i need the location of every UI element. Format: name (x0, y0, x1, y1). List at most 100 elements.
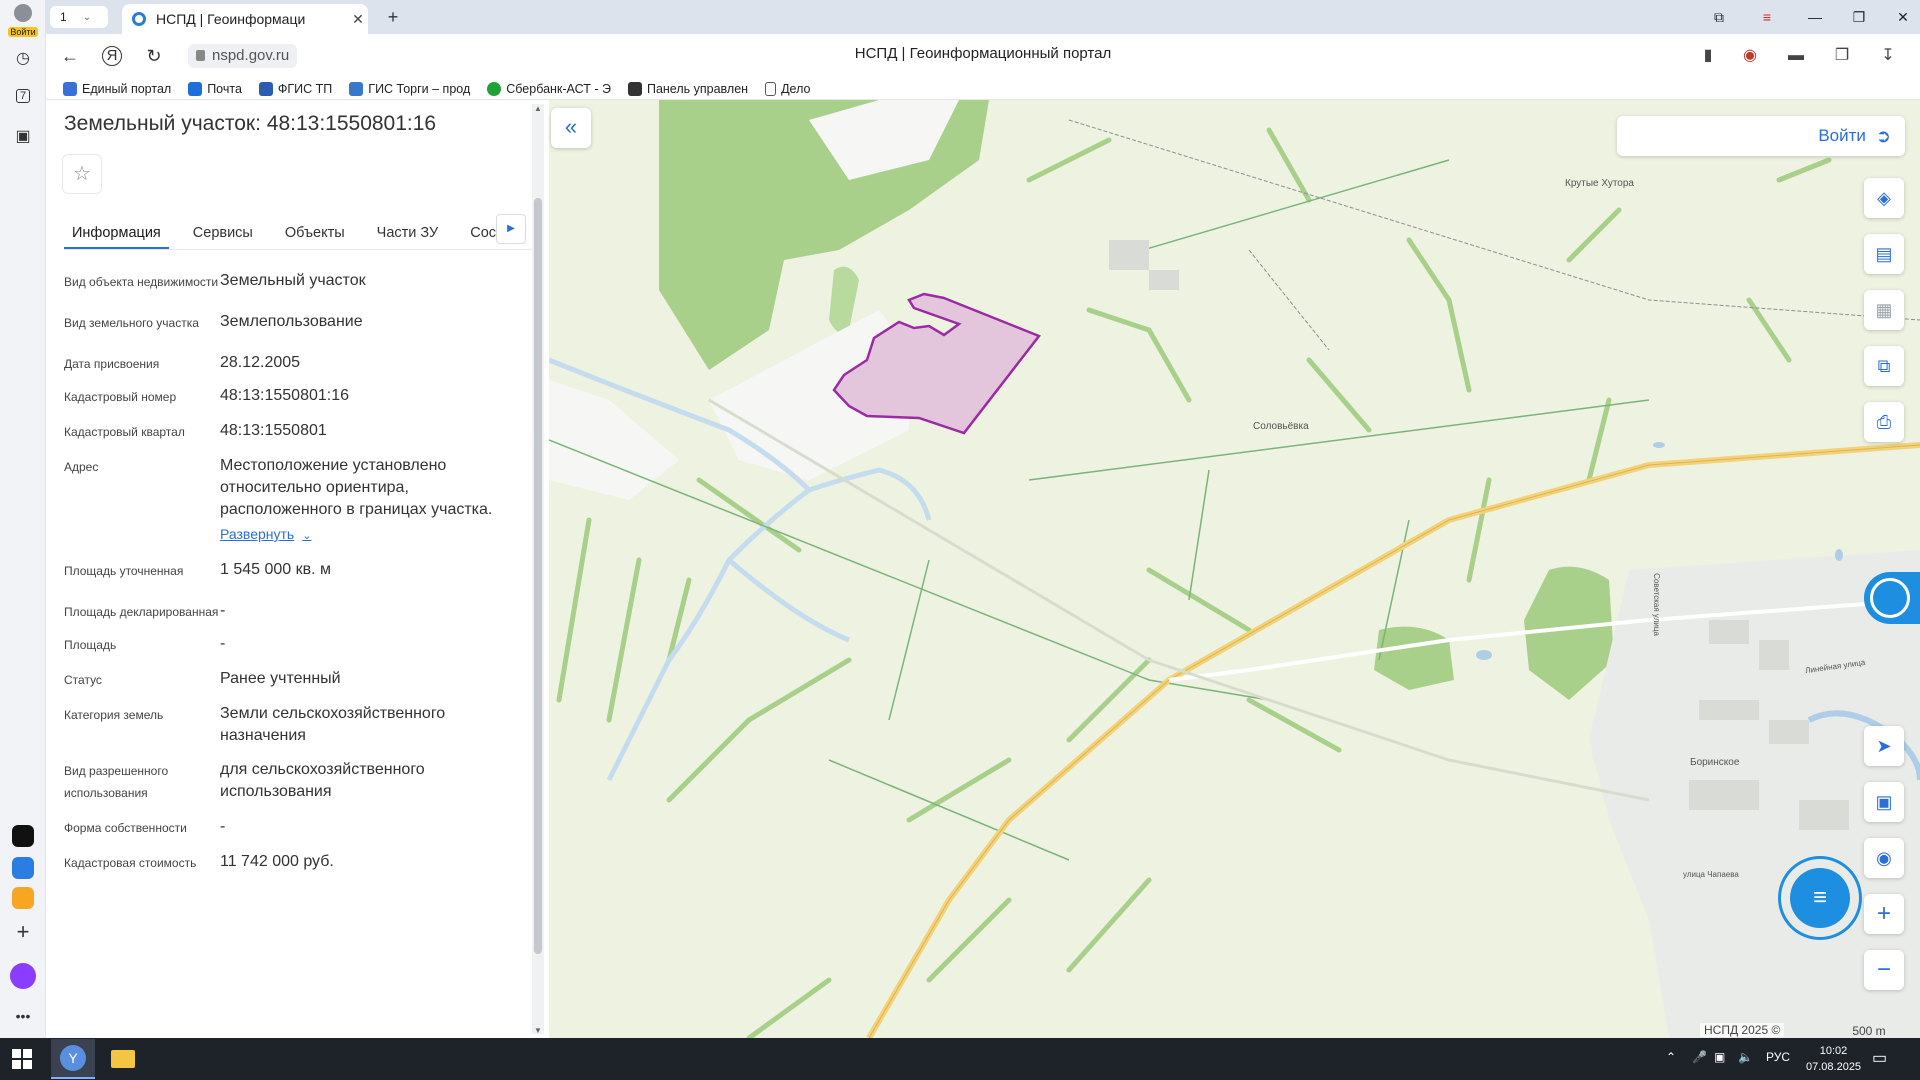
attribute-value: 1 545 000 кв. м (220, 561, 332, 578)
zoom-in-icon[interactable]: + (1864, 894, 1904, 934)
ruler-icon[interactable]: ▤ (1864, 234, 1904, 274)
bookmark-item[interactable]: Сбербанк-АСТ - Э (487, 81, 611, 96)
scroll-down-icon[interactable]: ▼ (534, 1026, 542, 1035)
select-area-icon[interactable]: ▦ (1864, 290, 1904, 330)
zoom-out-icon[interactable]: − (1864, 950, 1904, 990)
calendar-number: 7 (15, 89, 31, 103)
attribute-value: 48:13:1550801 (220, 422, 327, 439)
bookmark-item[interactable]: Единый портал (63, 81, 172, 96)
avatar-icon (14, 4, 32, 22)
scrollbar-thumb[interactable] (534, 198, 542, 954)
chat-icon[interactable]: ≡ (1790, 868, 1850, 928)
yandex-icon[interactable]: Я (102, 46, 122, 66)
layers-icon[interactable]: ◈ (1864, 178, 1904, 218)
basemap-icon[interactable]: ▣ (1864, 782, 1904, 822)
file-explorer-taskbar-icon[interactable] (101, 1039, 145, 1079)
alice-app-icon[interactable] (9, 822, 37, 850)
bookmark-icon[interactable]: ▮ (1696, 44, 1720, 68)
attribute-row: Кадастровый номер 48:13:1550801:16 (64, 385, 534, 408)
url-field[interactable]: nspd.gov.ru (188, 44, 298, 68)
bookmark-item[interactable]: ФГИС ТП (258, 81, 332, 96)
share-icon[interactable]: ⧉ (1864, 346, 1904, 386)
print-icon[interactable]: ⎙ (1864, 402, 1904, 442)
bookmark-item[interactable]: Почта (188, 81, 242, 96)
tab-count-button[interactable]: 1 ⌄ (50, 6, 108, 28)
assistant-tab-icon[interactable] (1864, 572, 1920, 624)
scroll-up-icon[interactable]: ▲ (534, 104, 542, 113)
bookmark-label: Почта (207, 81, 242, 96)
messenger-app-icon[interactable] (9, 854, 37, 882)
map-canvas[interactable] (549, 100, 1920, 1038)
map-login-button[interactable]: Войти ➲ (1617, 116, 1905, 156)
protect-icon[interactable]: ▬ (1784, 44, 1808, 68)
attribute-key: Вид объекта недвижимости (64, 275, 219, 289)
tray-chevron-icon[interactable]: ⌃ (1666, 1050, 1676, 1064)
chevron-down-icon: ⌄ (302, 530, 312, 542)
attribute-row: Дата присвоения 28.12.2005 (64, 352, 534, 375)
new-tab-button[interactable]: + (382, 6, 404, 28)
attribute-value: - (220, 635, 226, 652)
attribute-value: - (220, 602, 226, 619)
chevron-down-icon: ⌄ (82, 11, 92, 23)
windows-start-icon[interactable] (12, 1049, 32, 1069)
tab-objects[interactable]: Объекты (277, 218, 353, 249)
tab-services[interactable]: Сервисы (185, 218, 261, 249)
extensions-icon[interactable]: ❐ (1830, 44, 1854, 68)
notification-center-icon[interactable]: ▭ (1872, 1048, 1887, 1068)
collections-icon[interactable]: ⧉ (1708, 6, 1730, 28)
microphone-icon[interactable]: 🎤 (1692, 1050, 1707, 1064)
assistant-ring-icon (1870, 578, 1910, 618)
browser-login-button[interactable]: Войти (7, 4, 39, 37)
tabs-next-arrow-icon[interactable]: ▶ (496, 214, 526, 244)
history-icon[interactable]: ◷ (9, 44, 37, 72)
assistant-icon[interactable] (9, 962, 37, 990)
back-icon[interactable]: ← (58, 44, 82, 68)
bookmark-favicon-icon (349, 81, 364, 96)
reload-icon[interactable]: ↻ (142, 44, 166, 68)
restore-icon[interactable]: ❐ (1848, 6, 1870, 28)
tab-active[interactable]: НСПД | Геоинформаци ✕ (122, 4, 368, 34)
attribute-list: Вид объекта недвижимости Земельный участо… (64, 270, 534, 892)
map-copyright: НСПД 2025 © (1700, 1023, 1785, 1037)
notifications-icon[interactable]: ≡ (1756, 6, 1778, 28)
more-icon[interactable]: ••• (9, 1002, 37, 1030)
screenshot-icon[interactable]: ▣ (9, 122, 37, 150)
attribute-key: Категория земель (64, 708, 164, 722)
attribute-row: Вид объекта недвижимости Земельный участо… (64, 270, 534, 293)
yandex-browser-taskbar-icon[interactable]: Y (51, 1039, 95, 1079)
bookmark-item[interactable]: Дело (765, 81, 811, 96)
close-window-icon[interactable]: ✕ (1892, 6, 1914, 28)
expand-address-link[interactable]: Развернуть ⌄ (220, 523, 311, 547)
collapse-panel-button[interactable]: « (551, 108, 591, 148)
attribute-key: Кадастровый номер (64, 390, 177, 404)
bookmark-label: Единый портал (82, 81, 172, 96)
attribute-value: для сельскохозяйственного использования (220, 761, 425, 800)
tab-parts[interactable]: Части ЗУ (369, 218, 447, 249)
bookmark-label: Дело (781, 81, 811, 96)
volume-icon[interactable]: 🔈 (1738, 1050, 1753, 1064)
network-icon[interactable]: ▣ (1714, 1050, 1725, 1064)
navigate-icon[interactable]: ➤ (1864, 726, 1904, 766)
attribute-row: Статус Ранее учтенный (64, 668, 534, 691)
map-label-solovevka: Соловьёвка (1253, 421, 1309, 432)
add-app-icon[interactable]: + (9, 918, 37, 946)
downloads-icon[interactable]: ↧ (1876, 44, 1900, 68)
system-clock[interactable]: 10:02 07.08.2025 (1806, 1043, 1861, 1075)
attribute-row: Вид земельного участка Землепользование (64, 311, 534, 334)
minimize-icon[interactable]: — (1804, 6, 1826, 28)
panel-scrollbar[interactable]: ▲ ▼ (532, 104, 544, 1035)
attribute-key: Статус (64, 673, 102, 687)
bookmark-item[interactable]: Панель управлен (627, 81, 748, 96)
attribute-row: Адрес Местоположение установлено относит… (64, 455, 534, 547)
windows-taskbar: Y ⌃ 🎤 ▣ 🔈 РУС 10:02 07.08.2025 ▭ (0, 1038, 1920, 1080)
extension-icon[interactable]: ◉ (1738, 44, 1762, 68)
search-location-icon[interactable]: ◉ (1864, 838, 1904, 878)
favorite-star-icon[interactable]: ☆ (62, 154, 102, 194)
map-label-krutye-hutora: Крутые Хутора (1565, 178, 1634, 189)
language-indicator[interactable]: РУС (1766, 1050, 1790, 1064)
bookmark-item[interactable]: ГИС Торги – прод (349, 81, 470, 96)
tab-info[interactable]: Информация (64, 218, 169, 249)
mail-app-icon[interactable] (9, 884, 37, 912)
calendar-icon[interactable]: 7 (9, 82, 37, 110)
close-tab-icon[interactable]: ✕ (348, 11, 368, 28)
